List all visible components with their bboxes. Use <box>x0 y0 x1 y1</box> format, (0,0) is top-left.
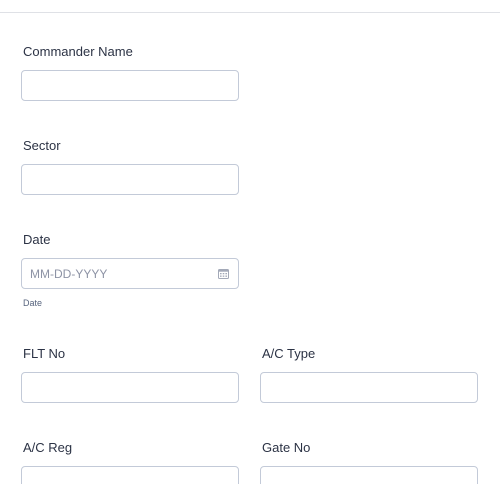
calendar-icon[interactable] <box>218 268 229 279</box>
flt-no-input[interactable] <box>21 372 239 403</box>
form-page: Commander Name Sector Date MM-DD-YYYY Da… <box>0 0 500 484</box>
flt-no-label: FLT No <box>23 346 66 361</box>
commander-name-label: Commander Name <box>23 44 133 59</box>
ac-type-label: A/C Type <box>262 346 316 361</box>
date-sublabel: Date <box>23 298 43 308</box>
sector-input[interactable] <box>21 164 239 195</box>
gate-no-input[interactable] <box>260 466 478 484</box>
top-divider <box>0 12 500 13</box>
commander-name-input[interactable] <box>21 70 239 101</box>
date-placeholder: MM-DD-YYYY <box>30 267 108 281</box>
ac-reg-label: A/C Reg <box>23 440 73 455</box>
ac-type-input[interactable] <box>260 372 478 403</box>
gate-no-label: Gate No <box>262 440 311 455</box>
date-input[interactable]: MM-DD-YYYY <box>21 258 239 289</box>
ac-reg-input[interactable] <box>21 466 239 484</box>
date-label: Date <box>23 232 51 247</box>
sector-label: Sector <box>23 138 61 153</box>
